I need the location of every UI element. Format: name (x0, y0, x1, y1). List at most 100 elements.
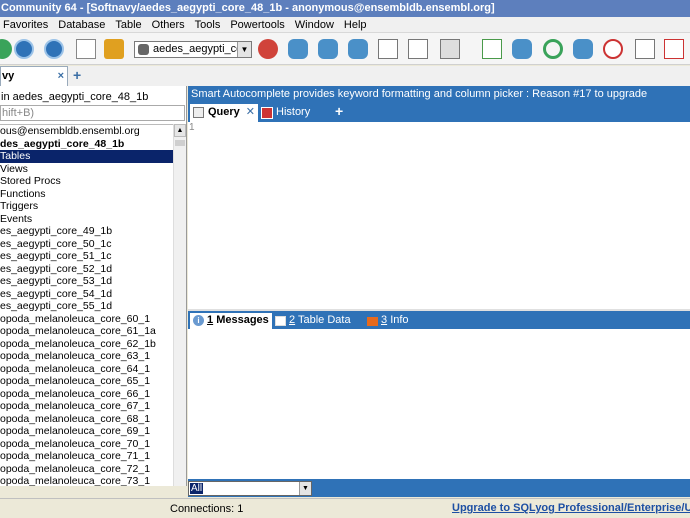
schema-sync-icon[interactable] (512, 39, 532, 59)
menu-item-window[interactable]: Window (295, 17, 334, 33)
tree-item[interactable]: opoda_melanoleuca_core_71_1 (0, 450, 173, 463)
tab-table-data-label: Table Data (297, 314, 351, 326)
tree-item[interactable]: opoda_melanoleuca_core_60_1 (0, 313, 173, 326)
execute-query-icon[interactable] (14, 39, 34, 59)
sqlyog-window-icon[interactable] (664, 39, 684, 59)
tree-item[interactable]: Stored Procs (0, 175, 173, 188)
tree-item[interactable]: es_aegypti_core_52_1d (0, 263, 173, 276)
tree-scrollbar[interactable]: ▲ (173, 124, 186, 486)
results-panel (188, 329, 690, 479)
user-manager-icon[interactable] (258, 39, 278, 59)
tab-info[interactable]: 3 Info (366, 313, 426, 329)
backup-icon[interactable] (288, 39, 308, 59)
schedule-icon[interactable] (603, 39, 623, 59)
menu-item-powertools[interactable]: Powertools (230, 17, 284, 33)
upgrade-banner[interactable]: Smart Autocomplete provides keyword form… (188, 86, 690, 102)
tree-item[interactable]: opoda_melanoleuca_core_61_1a (0, 325, 173, 338)
tree-item[interactable]: es_aegypti_core_51_1c (0, 250, 173, 263)
tree-item[interactable]: Events (0, 213, 173, 226)
tree-item[interactable]: opoda_melanoleuca_core_64_1 (0, 363, 173, 376)
tree-item[interactable]: opoda_melanoleuca_core_67_1 (0, 400, 173, 413)
menu-item-help[interactable]: Help (344, 17, 367, 33)
restore-icon[interactable] (318, 39, 338, 59)
menu-item-favorites[interactable]: Favorites (3, 17, 48, 33)
close-icon[interactable]: × (58, 67, 64, 86)
query-tabstrip: Query ✕ History + (188, 102, 690, 122)
execute-edit-icon[interactable] (76, 39, 96, 59)
menu-item-others[interactable]: Others (152, 17, 185, 33)
chevron-down-icon[interactable]: ▼ (237, 42, 251, 57)
close-icon[interactable]: ✕ (246, 104, 255, 121)
tree-item[interactable]: opoda_melanoleuca_core_73_1 (0, 475, 173, 486)
window-title: Community 64 - [Softnavy/aedes_aegypti_c… (0, 0, 690, 17)
tree-item[interactable]: es_aegypti_core_53_1d (0, 275, 173, 288)
filter-label: in aedes_aegypti_core_48_1b (1, 91, 149, 103)
tree-item[interactable]: es_aegypti_core_49_1b (0, 225, 173, 238)
tree-item[interactable]: Functions (0, 188, 173, 201)
tab-info-label: Info (390, 314, 409, 326)
tree-item[interactable]: ous@ensembldb.ensembl.org (0, 125, 173, 138)
tree-item[interactable]: des_aegypti_core_48_1b (0, 138, 173, 151)
stop-icon[interactable] (104, 39, 124, 59)
execute-all-icon[interactable] (44, 39, 64, 59)
tree-item[interactable]: opoda_melanoleuca_core_63_1 (0, 350, 173, 363)
info-chart-icon (367, 317, 378, 326)
result-filter-select[interactable]: All ▼ (188, 481, 312, 496)
upgrade-link[interactable]: Upgrade to SQLyog Professional/Enterpris… (452, 502, 690, 514)
tab-messages-label: Messages (216, 314, 269, 326)
new-connection-icon[interactable] (0, 39, 12, 59)
scroll-up-icon[interactable]: ▲ (174, 124, 186, 137)
connection-tabstrip: vy × + (0, 66, 690, 86)
tab-table-data[interactable]: 2 Table Data (274, 313, 364, 329)
sql-editor[interactable]: 1 (188, 122, 690, 309)
tree-item[interactable]: es_aegypti_core_55_1d (0, 300, 173, 313)
menu-bar: Favorites Database Table Others Tools Powerto… (0, 17, 690, 33)
tree-item[interactable]: es_aegypti_core_50_1c (0, 238, 173, 251)
tree-item[interactable]: Tables (0, 150, 173, 163)
refresh-icon[interactable] (543, 39, 563, 59)
database-selector[interactable]: aedes_aegypti_core_4 ▼ (134, 41, 252, 58)
tree-item[interactable]: es_aegypti_core_54_1d (0, 288, 173, 301)
info-circle-icon: i (193, 315, 204, 326)
results-bottombar: All ▼ (188, 479, 690, 497)
tree-item[interactable]: opoda_melanoleuca_core_70_1 (0, 438, 173, 451)
result-tabstrip: i 1 Messages 2 Table Data 3 Info (188, 311, 690, 329)
tree-item[interactable]: opoda_melanoleuca_core_72_1 (0, 463, 173, 476)
menu-item-tools[interactable]: Tools (195, 17, 221, 33)
line-number: 1 (189, 122, 195, 133)
import-icon[interactable] (348, 39, 368, 59)
tab-query[interactable]: Query ✕ (190, 104, 258, 122)
query-area: Smart Autocomplete provides keyword form… (188, 86, 690, 497)
add-connection-button[interactable]: + (73, 66, 81, 84)
tab-history[interactable]: History (260, 104, 330, 122)
table-grid-icon (275, 316, 286, 326)
tab-info-num: 3 (381, 314, 388, 326)
tree-item[interactable]: opoda_melanoleuca_core_65_1 (0, 375, 173, 388)
data-sync-icon[interactable] (482, 39, 502, 59)
object-tree: ous@ensembldb.ensembl.org des_aegypti_cor… (0, 124, 173, 486)
tree-item[interactable]: opoda_melanoleuca_core_68_1 (0, 413, 173, 426)
tree-item[interactable]: Triggers (0, 200, 173, 213)
copy-db-icon[interactable] (573, 39, 593, 59)
tree-item[interactable]: opoda_melanoleuca_core_66_1 (0, 388, 173, 401)
tree-item[interactable]: opoda_melanoleuca_core_62_1b (0, 338, 173, 351)
database-selector-icon (138, 44, 149, 55)
scroll-thumb[interactable] (175, 140, 185, 146)
object-browser: in aedes_aegypti_core_48_1b hift+B) ous@… (0, 86, 187, 486)
tree-item[interactable]: opoda_melanoleuca_core_69_1 (0, 425, 173, 438)
tree-item[interactable]: Views (0, 163, 173, 176)
chevron-down-icon[interactable]: ▼ (299, 482, 311, 495)
tab-messages[interactable]: i 1 Messages (190, 313, 272, 329)
query-builder-icon[interactable] (440, 39, 460, 59)
notifications-icon[interactable] (635, 39, 655, 59)
menu-item-database[interactable]: Database (58, 17, 105, 33)
toolbar: aedes_aegypti_core_4 ▼ (0, 33, 690, 65)
add-query-tab-button[interactable]: + (335, 103, 343, 119)
tab-history-label: History (276, 106, 311, 118)
connection-tab[interactable]: vy × (0, 66, 68, 86)
menu-item-table[interactable]: Table (115, 17, 141, 33)
export-icon[interactable] (378, 39, 398, 59)
schema-designer-icon[interactable] (408, 39, 428, 59)
filter-input[interactable]: hift+B) (0, 105, 185, 121)
history-icon (261, 107, 273, 119)
